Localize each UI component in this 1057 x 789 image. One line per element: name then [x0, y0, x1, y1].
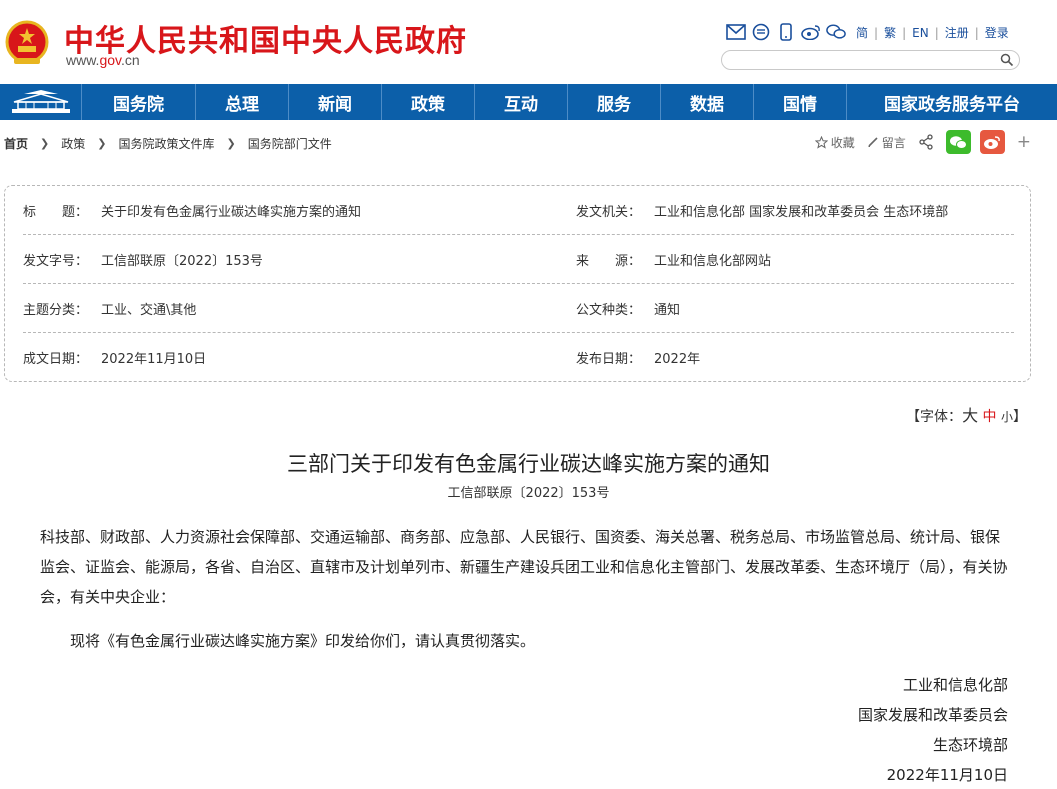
share-weibo-button[interactable]	[979, 130, 1005, 154]
wechat-icon	[950, 135, 968, 149]
nav-item-policy[interactable]: 政策	[382, 84, 475, 120]
pencil-icon	[868, 137, 878, 147]
chevron-right-icon: ❯	[226, 136, 236, 150]
signature-ministry: 工业和信息化部	[902, 676, 1008, 694]
comment-label: 留言	[881, 135, 906, 150]
title-value: 关于印发有色金属行业碳达峰实施方案的通知	[101, 205, 362, 220]
main-nav: 国务院 总理 新闻 政策 互动 服务 数据 国情 国家政务服务平台	[0, 84, 1057, 120]
tiananmen-logo-icon[interactable]	[0, 84, 82, 120]
breadcrumb-home[interactable]: 首页	[4, 135, 28, 152]
lang-traditional-link[interactable]: 繁	[884, 24, 896, 41]
mail-icon[interactable]	[726, 23, 746, 41]
font-switch-suffix: 】	[1013, 409, 1027, 425]
font-size-big-button[interactable]: 大	[962, 406, 978, 425]
login-link[interactable]: 登录	[985, 24, 1009, 41]
top-links: 简 | 繁 | EN | 注册 | 登录	[856, 24, 1009, 41]
title-label: 标 题：	[23, 205, 89, 220]
info-cell: 发文机关： 工业和信息化部 国家发展和改革委员会 生态环境部	[576, 186, 948, 235]
article-actions: 收藏 留言 +	[803, 130, 1031, 154]
info-cell: 公文种类： 通知	[576, 284, 680, 333]
font-size-switch: 【字体：大 中 小】	[906, 402, 1027, 426]
share-button[interactable]	[918, 134, 937, 150]
separator: |	[902, 25, 907, 40]
weibo-icon	[984, 135, 1001, 149]
separator: |	[974, 25, 979, 40]
mobile-icon[interactable]	[776, 23, 796, 41]
doc-type-value: 通知	[654, 303, 681, 318]
nav-item-interaction[interactable]: 互动	[475, 84, 568, 120]
search-icon[interactable]	[1000, 53, 1014, 67]
issuer-value: 工业和信息化部 国家发展和改革委员会 生态环境部	[654, 205, 949, 220]
font-size-small-button[interactable]: 小	[1001, 410, 1013, 424]
lang-simplified-link[interactable]: 简	[856, 24, 868, 41]
national-emblem-icon[interactable]	[4, 18, 50, 68]
register-link[interactable]: 注册	[945, 24, 969, 41]
signature-mee: 生态环境部	[932, 736, 1008, 754]
nav-item-national-info[interactable]: 国情	[754, 84, 847, 120]
share-wechat-button[interactable]	[945, 130, 971, 154]
nav-item-service-platform[interactable]: 国家政务服务平台	[847, 84, 1057, 120]
article-doc-number: 工信部联原〔2022〕153号	[447, 486, 610, 501]
written-date-value: 2022年11月10日	[101, 352, 207, 367]
favorite-label: 收藏	[830, 135, 855, 150]
info-cell: 成文日期： 2022年11月10日	[23, 333, 206, 382]
info-row: 成文日期： 2022年11月10日 发布日期： 2022年	[23, 333, 1014, 382]
nav-item-news[interactable]: 新闻	[289, 84, 382, 120]
written-date-label: 成文日期：	[23, 352, 89, 367]
separator: |	[874, 25, 879, 40]
topic-value: 工业、交通\其他	[101, 303, 197, 318]
info-cell: 发文字号： 工信部联原〔2022〕153号	[23, 235, 263, 284]
site-url[interactable]: www.gov.cn	[66, 52, 140, 68]
search-input[interactable]	[721, 50, 1020, 70]
published-date-label: 发布日期：	[576, 352, 642, 367]
breadcrumb-policy[interactable]: 政策	[61, 135, 85, 152]
info-cell: 主题分类： 工业、交通\其他	[23, 284, 196, 333]
published-date-value: 2022年	[654, 352, 701, 367]
info-cell: 标 题： 关于印发有色金属行业碳达峰实施方案的通知	[23, 186, 361, 235]
top-icon-bar	[726, 22, 851, 42]
separator: |	[934, 25, 939, 40]
font-size-mid-button[interactable]: 中	[983, 409, 997, 425]
info-cell: 来 源： 工业和信息化部网站	[576, 235, 771, 284]
nav-item-premier[interactable]: 总理	[196, 84, 289, 120]
site-url-suffix: .cn	[121, 52, 140, 68]
breadcrumb-department-docs[interactable]: 国务院部门文件	[248, 135, 332, 152]
nav-item-services[interactable]: 服务	[568, 84, 661, 120]
site-url-prefix: www.	[66, 52, 100, 68]
star-icon	[814, 135, 828, 149]
source-value: 工业和信息化部网站	[654, 254, 772, 269]
signature-ndrc: 国家发展和改革委员会	[857, 706, 1008, 724]
weibo-icon[interactable]	[801, 23, 821, 41]
article-title: 三部门关于印发有色金属行业碳达峰实施方案的通知	[287, 452, 770, 476]
info-row: 标 题： 关于印发有色金属行业碳达峰实施方案的通知 发文机关： 工业和信息化部 …	[23, 186, 1014, 235]
share-icon	[919, 134, 933, 150]
message-icon[interactable]	[751, 23, 771, 41]
issuer-label: 发文机关：	[576, 205, 642, 220]
docno-value: 工信部联原〔2022〕153号	[101, 254, 263, 269]
info-row: 主题分类： 工业、交通\其他 公文种类： 通知	[23, 284, 1014, 333]
source-label: 来 源：	[576, 254, 642, 269]
article-paragraph: 现将《有色金属行业碳达峰实施方案》印发给你们，请认真贯彻落实。	[70, 632, 536, 650]
info-cell: 发布日期： 2022年	[576, 333, 700, 382]
chevron-right-icon: ❯	[97, 136, 107, 150]
comment-button[interactable]: 留言	[867, 134, 906, 151]
site-url-brand: gov	[99, 52, 121, 68]
favorite-button[interactable]: 收藏	[814, 134, 855, 151]
breadcrumb-policy-library[interactable]: 国务院政策文件库	[118, 135, 214, 152]
nav-item-state-council[interactable]: 国务院	[82, 84, 196, 120]
chevron-right-icon: ❯	[40, 136, 50, 150]
docno-label: 发文字号：	[23, 254, 89, 269]
nav-item-data[interactable]: 数据	[661, 84, 754, 120]
wechat-icon[interactable]	[826, 23, 846, 41]
document-info-table: 标 题： 关于印发有色金属行业碳达峰实施方案的通知 发文机关： 工业和信息化部 …	[4, 185, 1031, 382]
doc-type-label: 公文种类：	[576, 303, 642, 318]
info-row: 发文字号： 工信部联原〔2022〕153号 来 源： 工业和信息化部网站	[23, 235, 1014, 284]
site-header: 中华人民共和国中央人民政府 www.gov.cn 简 | 繁 | EN | 注册…	[0, 0, 1057, 84]
signature-date: 2022年11月10日	[886, 766, 1008, 784]
lang-english-link[interactable]: EN	[912, 26, 929, 40]
topic-label: 主题分类：	[23, 303, 89, 318]
font-switch-prefix: 【字体：	[906, 409, 963, 425]
article-paragraph: 科技部、财政部、人力资源社会保障部、交通运输部、商务部、应急部、人民银行、国资委…	[40, 528, 1008, 606]
plus-icon[interactable]: +	[1017, 132, 1031, 152]
